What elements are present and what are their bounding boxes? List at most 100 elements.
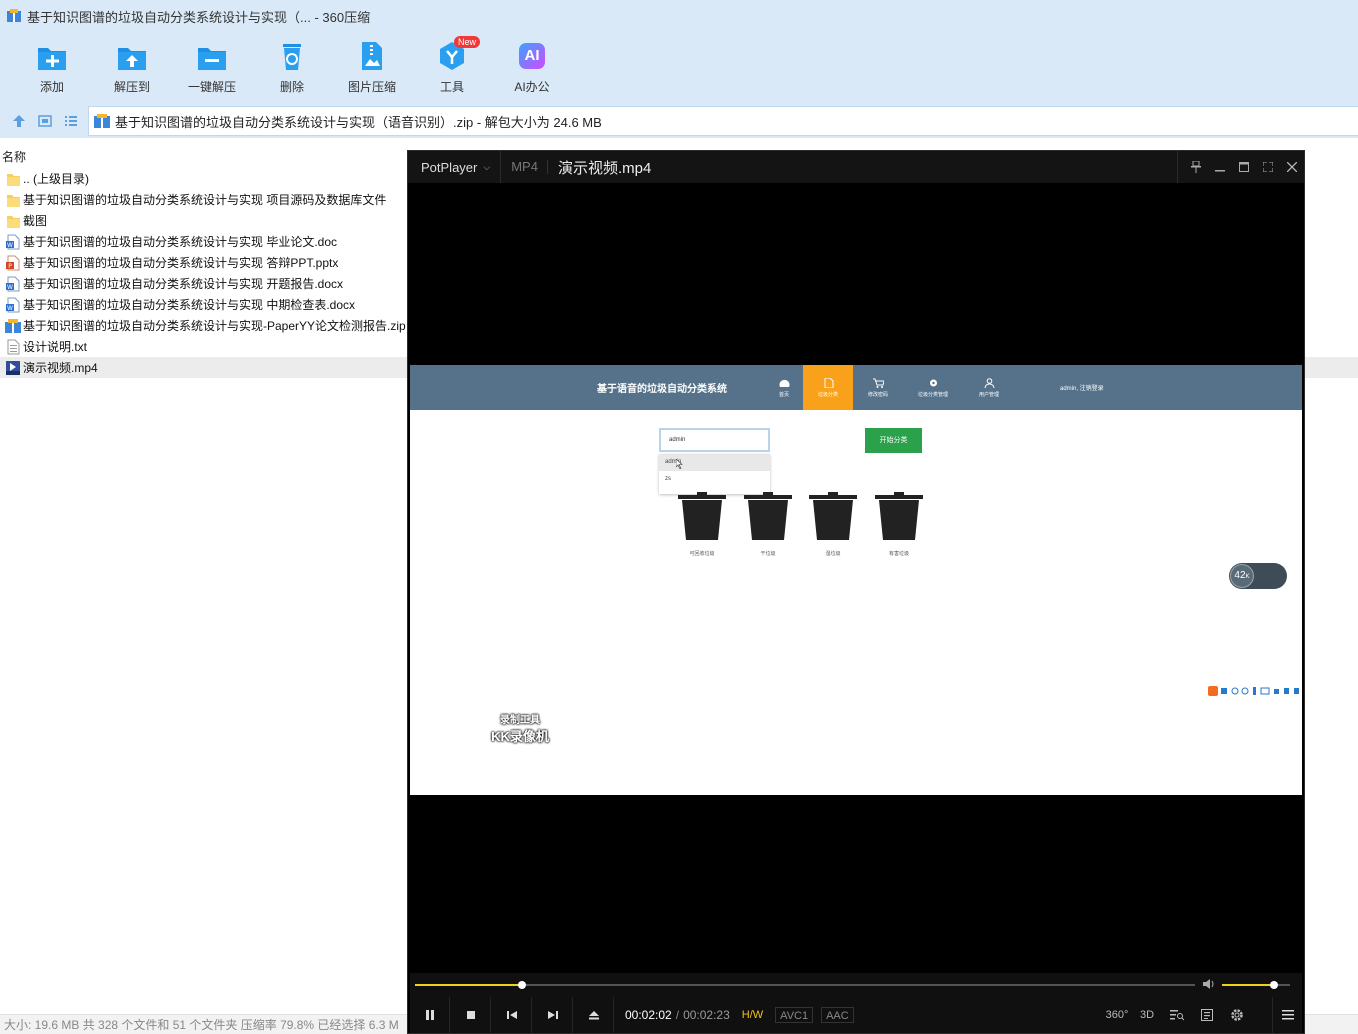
chevron-down-icon: ⌵ — [483, 161, 491, 172]
previous-button[interactable] — [492, 997, 532, 1033]
image-compress-icon — [356, 40, 388, 72]
eject-icon — [588, 1011, 599, 1020]
stop-icon — [466, 1011, 475, 1019]
word-doc-icon: W — [5, 276, 21, 292]
seek-track[interactable] — [415, 981, 1195, 989]
web-nav-users: 用户管理 — [964, 365, 1014, 410]
up-arrow-icon[interactable] — [6, 108, 32, 134]
audio-codec-tag[interactable]: AAC — [821, 1007, 854, 1023]
stop-button[interactable] — [451, 997, 491, 1033]
image-compress-button[interactable]: 图片压缩 — [332, 32, 412, 104]
file-name: 基于知识图谱的垃圾自动分类系统设计与实现 项目源码及数据库文件 — [23, 193, 387, 207]
extract-to-label: 解压到 — [113, 80, 150, 94]
delete-button[interactable]: 删除 — [252, 32, 332, 104]
file-name: 基于知识图谱的垃圾自动分类系统设计与实现 毕业论文.doc — [23, 235, 338, 249]
ai-office-icon-text: AI — [524, 47, 540, 64]
volume-track[interactable] — [1222, 981, 1290, 989]
tools-button[interactable]: New 工具 — [412, 32, 492, 104]
seek-progress — [415, 984, 522, 986]
delete-label: 删除 — [279, 80, 304, 94]
address-field[interactable]: 基于知识图谱的垃圾自动分类系统设计与实现（语音识别）.zip - 解包大小为 2… — [88, 106, 1358, 136]
zip-app-icon — [6, 8, 22, 24]
cart-icon — [872, 378, 885, 388]
3d-button[interactable]: 3D — [1132, 997, 1162, 1033]
web-autocomplete-option: zs — [665, 476, 671, 482]
ai-office-button[interactable]: AI AI办公 — [492, 32, 572, 104]
playlist-icon[interactable] — [1192, 997, 1222, 1033]
pause-button[interactable] — [410, 997, 450, 1033]
folder-icon — [5, 171, 21, 187]
mouse-cursor-icon — [675, 458, 684, 472]
one-click-extract-label: 一键解压 — [187, 80, 236, 94]
volume-handle[interactable] — [1270, 981, 1279, 989]
file-name: 基于知识图谱的垃圾自动分类系统设计与实现 中期检查表.docx — [23, 298, 356, 312]
current-time: 00:02:02 — [625, 1008, 672, 1022]
add-icon — [36, 40, 68, 72]
player-filename: 演示视频.mp4 — [557, 159, 652, 177]
add-button[interactable]: 添加 — [12, 32, 92, 104]
volume-icon[interactable] — [1203, 978, 1217, 992]
previous-icon — [506, 1011, 517, 1019]
list-view-icon[interactable] — [58, 108, 84, 134]
recorder-watermark: 录制工具 KK录像机 — [491, 715, 549, 744]
web-voice-input: admin — [659, 428, 770, 452]
menu-icon[interactable] — [1272, 997, 1302, 1033]
ai-office-icon: AI — [516, 40, 548, 72]
extract-to-button[interactable]: 解压到 — [92, 32, 172, 104]
pin-icon[interactable] — [1184, 151, 1208, 183]
text-file-icon — [5, 339, 21, 355]
web-user-info: admin, 注销登录 — [1060, 386, 1104, 392]
tools-icon: New — [436, 36, 481, 72]
potplayer-window: PotPlayer ⌵ MP4 演示视频.mp4 基于语音的垃圾自动分类系统 首… — [407, 150, 1305, 1034]
eject-button[interactable] — [574, 997, 614, 1033]
video-file-icon — [5, 360, 21, 376]
next-icon — [547, 1011, 558, 1019]
hw-decode-tag[interactable]: H/W — [738, 1007, 767, 1023]
seek-handle[interactable] — [517, 981, 526, 989]
seek-bar[interactable] — [410, 973, 1302, 997]
player-menu-button[interactable]: PotPlayer ⌵ — [408, 151, 502, 183]
web-nav-manage: 垃圾分类管理 — [908, 365, 958, 410]
search-list-icon[interactable] — [1162, 997, 1192, 1033]
thumbnail-view-icon[interactable] — [32, 108, 58, 134]
ime-toolbar — [1208, 685, 1302, 699]
player-brand: PotPlayer — [421, 159, 478, 175]
pause-icon — [425, 1010, 434, 1020]
file-name: 截图 — [23, 214, 48, 228]
file-name: 设计说明.txt — [23, 340, 88, 354]
dashboard-icon — [779, 378, 790, 388]
zip-file-icon — [94, 114, 110, 128]
extract-to-icon — [116, 40, 148, 72]
document-icon — [823, 377, 834, 388]
web-brand: 基于语音的垃圾自动分类系统 — [597, 384, 727, 395]
settings-gear-icon[interactable] — [1222, 997, 1252, 1033]
minimize-icon[interactable] — [1208, 151, 1232, 183]
delete-icon — [276, 40, 308, 72]
file-name: 演示视频.mp4 — [23, 361, 98, 375]
video-codec-tag[interactable]: AVC1 — [775, 1007, 814, 1023]
vr-360-button[interactable]: 360° — [1102, 997, 1132, 1033]
web-navbar: 基于语音的垃圾自动分类系统 首页 垃圾分类 修改密码 垃圾分类管理 用户管理 a… — [410, 365, 1302, 410]
web-nav-password: 修改密码 — [853, 365, 903, 410]
speed-value: 42K — [1230, 564, 1254, 588]
one-click-extract-button[interactable]: 一键解压 — [172, 32, 252, 104]
tools-label: 工具 — [439, 80, 464, 94]
image-compress-label: 图片压缩 — [347, 80, 396, 94]
close-icon[interactable] — [1280, 151, 1304, 183]
file-name: .. (上级目录) — [23, 172, 89, 186]
video-frame[interactable]: 基于语音的垃圾自动分类系统 首页 垃圾分类 修改密码 垃圾分类管理 用户管理 a… — [410, 365, 1302, 795]
word-doc-icon: W — [5, 297, 21, 313]
zip-archive-icon — [5, 318, 21, 334]
file-format: MP4 — [501, 160, 548, 174]
column-header-name[interactable]: 名称 — [2, 148, 26, 165]
total-time: 00:02:23 — [683, 1008, 730, 1022]
fullscreen-icon[interactable] — [1256, 151, 1280, 183]
add-label: 添加 — [39, 80, 64, 94]
ai-office-label: AI办公 — [514, 80, 550, 94]
zip-toolbar: 添加 解压到 一键解压 删除 图片压缩 New 工具 AI AI办公 — [0, 32, 1358, 104]
web-nav-home: 首页 — [759, 365, 809, 410]
web-start-button: 开始分类 — [865, 428, 922, 453]
maximize-icon[interactable] — [1232, 151, 1256, 183]
next-button[interactable] — [533, 997, 573, 1033]
window-title: 基于知识图谱的垃圾自动分类系统设计与实现（... - 360压缩 — [27, 9, 371, 25]
